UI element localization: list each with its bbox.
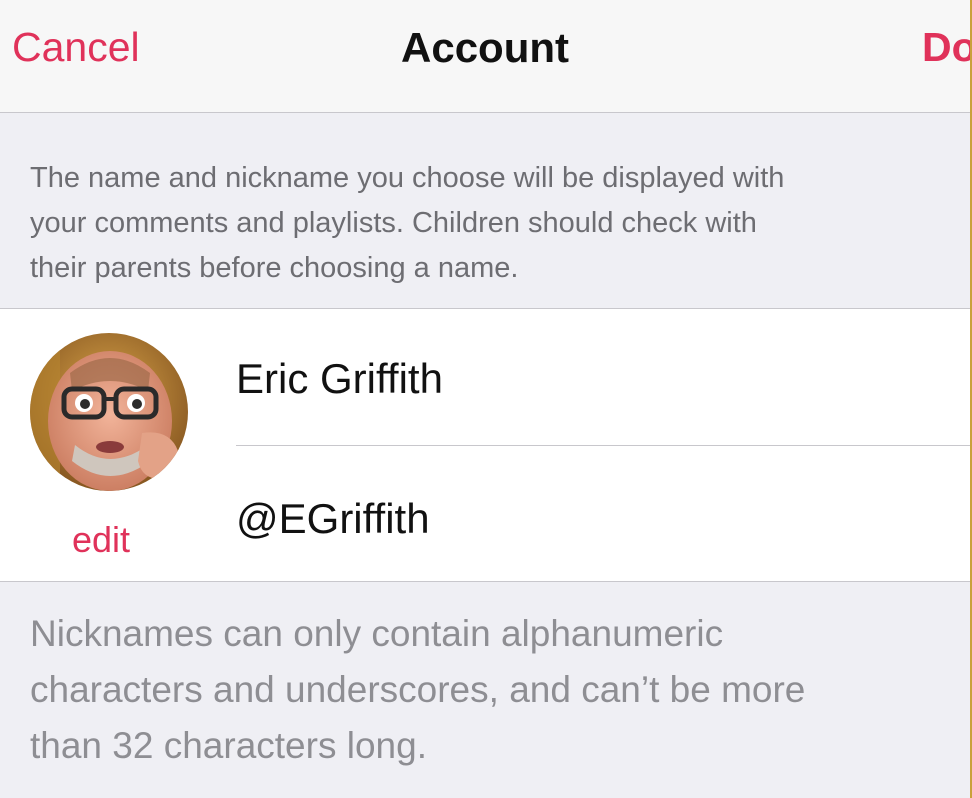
edit-photo-button[interactable]: edit (72, 519, 130, 561)
header-notice-line: The name and nickname you choose will be… (30, 162, 785, 194)
profile-card: edit Eric Griffith @EGriffith (0, 308, 970, 582)
header-notice-line: your comments and playlists. Children sh… (30, 207, 757, 239)
footer-notice-line: Nicknames can only contain alphanumeric (30, 613, 724, 654)
name-field[interactable]: Eric Griffith (236, 349, 966, 409)
header-notice-line: their parents before choosing a name. (30, 252, 519, 284)
navigation-bar: Cancel Account Do (0, 0, 970, 113)
divider (236, 445, 970, 446)
avatar[interactable] (30, 333, 188, 491)
account-screen: Cancel Account Do The name and nickname … (0, 0, 970, 798)
footer-notice-line: characters and underscores, and can’t be… (30, 669, 806, 710)
header-notice: The name and nickname you choose will be… (30, 156, 970, 291)
nickname-rules-notice: Nicknames can only contain alphanumeric … (30, 606, 970, 774)
avatar-photo-icon (30, 333, 188, 491)
nickname-field[interactable]: @EGriffith (236, 489, 966, 549)
page-title: Account (401, 24, 569, 71)
done-button[interactable]: Do (922, 24, 970, 71)
footer-notice-line: than 32 characters long. (30, 725, 427, 766)
